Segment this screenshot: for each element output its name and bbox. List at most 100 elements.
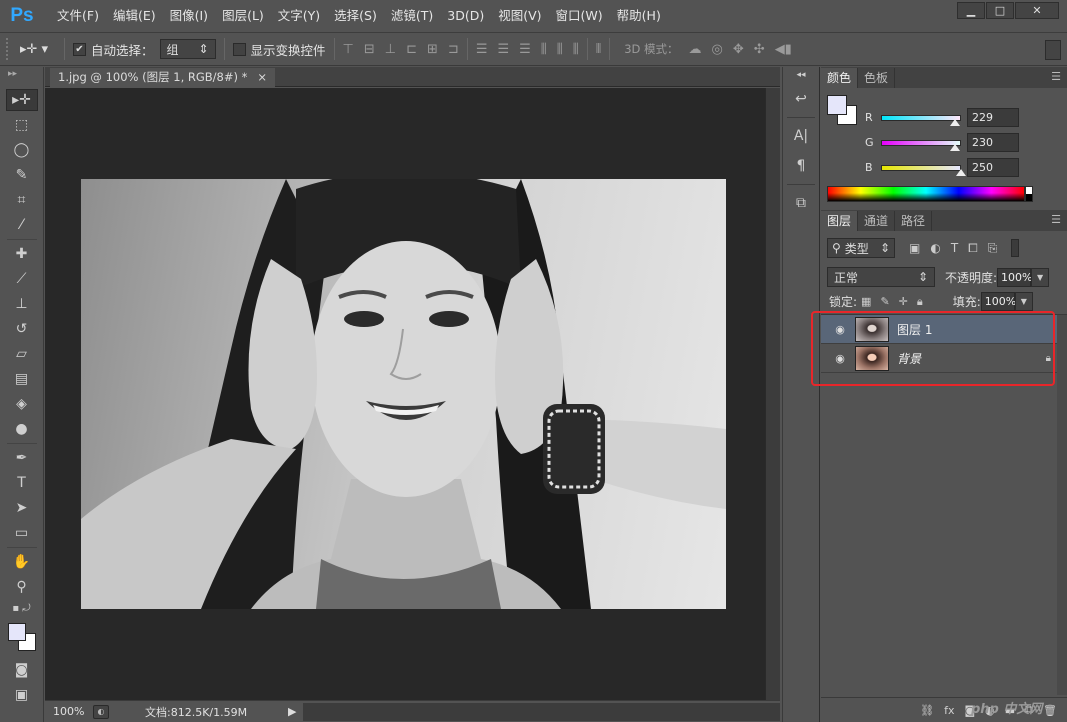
layer-style-icon[interactable]: fx (944, 704, 954, 717)
align-hcenter-icon[interactable]: ⊞ (427, 42, 438, 57)
menu-filter[interactable]: 滤镜(T) (384, 0, 440, 32)
menu-layer[interactable]: 图层(L) (215, 0, 271, 32)
distribute-vcenter-icon[interactable]: ☰ (497, 42, 509, 57)
roll-3d-icon[interactable]: ◎ (712, 42, 723, 57)
filter-pixel-icon[interactable]: ▣ (909, 241, 920, 256)
menu-window[interactable]: 窗口(W) (549, 0, 610, 32)
close-tab-icon[interactable]: × (257, 68, 267, 87)
fill-input[interactable]: 100% (980, 292, 1016, 311)
shape-tool-icon[interactable]: ▭ (6, 522, 38, 544)
lock-transparent-icon[interactable]: ▦ (861, 295, 871, 309)
layer-filter-dropdown[interactable]: ⚲ 类型 ⇕ (827, 238, 895, 258)
color-panel-foreground-swatch[interactable] (827, 95, 847, 115)
align-vcenter-icon[interactable]: ⊟ (364, 42, 375, 57)
workspace-switcher[interactable] (1045, 40, 1061, 60)
healing-brush-tool-icon[interactable]: ✚ (6, 243, 38, 265)
eyedropper-tool-icon[interactable]: ⁄ (6, 214, 38, 236)
tab-paths[interactable]: 路径 (895, 211, 933, 231)
status-info-icon[interactable]: ◐ (93, 704, 109, 719)
tab-layers[interactable]: 图层 (821, 211, 859, 231)
show-transform-checkbox[interactable] (232, 42, 246, 56)
green-value-input[interactable]: 230 (967, 133, 1019, 152)
filter-shape-icon[interactable]: ⧠ (968, 241, 978, 256)
filter-toggle-switch[interactable] (1011, 239, 1020, 257)
move-tool-preset-icon[interactable]: ▸✛ ▾ (12, 42, 56, 57)
red-slider-knob[interactable] (950, 118, 960, 126)
layer-name[interactable]: 图层 1 (897, 321, 932, 338)
blur-tool-icon[interactable]: ◈ (6, 393, 38, 415)
black-white-ramp[interactable] (1025, 186, 1033, 202)
marquee-tool-icon[interactable]: ⬚ (6, 114, 38, 136)
distribute-bottom-icon[interactable]: ☰ (519, 42, 531, 57)
history-brush-tool-icon[interactable]: ↺ (6, 318, 38, 340)
link-layers-icon[interactable]: ⛓ (920, 704, 934, 717)
restore-button[interactable]: □ (986, 2, 1014, 19)
red-slider[interactable] (881, 114, 961, 126)
distribute-left-icon[interactable]: ⫼ (541, 42, 547, 57)
type-tool-icon[interactable]: T (6, 472, 38, 494)
zoom-tool-icon[interactable]: ⚲ (6, 576, 38, 598)
zoom-level[interactable]: 100% (45, 705, 93, 718)
screen-mode-icon[interactable]: ▣ (6, 684, 38, 706)
filter-adjustment-icon[interactable]: ◐ (930, 241, 940, 256)
tab-swatches[interactable]: 色板 (858, 68, 896, 88)
lock-position-icon[interactable]: ✛ (899, 295, 908, 309)
rotate-3d-icon[interactable]: ☁ (689, 42, 702, 57)
document-tab[interactable]: 1.jpg @ 100% (图层 1, RGB/8#) * × (50, 68, 276, 87)
menu-view[interactable]: 视图(V) (491, 0, 548, 32)
brush-tool-icon[interactable]: ⟋ (6, 268, 38, 290)
eraser-tool-icon[interactable]: ▱ (6, 343, 38, 365)
quick-select-tool-icon[interactable]: ✎ (6, 164, 38, 186)
scale-3d-icon[interactable]: ◀▮ (775, 42, 792, 57)
color-spectrum-bar[interactable] (827, 186, 1025, 202)
tab-channels[interactable]: 通道 (858, 211, 896, 231)
auto-select-checkbox[interactable]: ✔ (73, 42, 86, 56)
dodge-tool-icon[interactable]: ● (6, 418, 38, 440)
green-slider[interactable] (881, 139, 961, 151)
menu-select[interactable]: 选择(S) (327, 0, 384, 32)
collapse-icon[interactable]: ▸▸ (0, 67, 43, 87)
layers-panel-menu-icon[interactable]: ☰ (1051, 213, 1061, 226)
visibility-eye-icon[interactable]: ◉ (829, 352, 851, 365)
status-menu-arrow-icon[interactable]: ▶ (288, 705, 296, 718)
properties-panel-icon[interactable]: ⧉ (786, 191, 816, 215)
layer-row[interactable]: ◉ 背景 🔒︎ (821, 344, 1067, 373)
clone-stamp-tool-icon[interactable]: ⊥ (6, 293, 38, 315)
visibility-eye-icon[interactable]: ◉ (829, 323, 851, 336)
panel-menu-icon[interactable]: ☰ (1051, 70, 1061, 83)
filter-smartobject-icon[interactable]: ⎘ (988, 241, 998, 256)
document-image[interactable] (81, 179, 726, 609)
lock-all-icon[interactable]: 🔒︎ (917, 295, 923, 309)
blue-slider[interactable] (881, 164, 966, 176)
paragraph-panel-icon[interactable]: ¶ (786, 154, 816, 178)
blue-value-input[interactable]: 250 (967, 158, 1019, 177)
quick-mask-icon[interactable]: ◙ (6, 659, 38, 681)
opacity-dropdown-arrow-icon[interactable]: ▼ (1031, 267, 1050, 287)
canvas-area[interactable] (45, 88, 765, 700)
history-panel-icon[interactable]: ↩ (786, 87, 816, 111)
distribute-hcenter-icon[interactable]: ⫼ (557, 42, 563, 57)
character-panel-icon[interactable]: A| (786, 124, 816, 148)
green-slider-knob[interactable] (950, 143, 960, 151)
hand-tool-icon[interactable]: ✋ (6, 551, 38, 573)
menu-3d[interactable]: 3D(D) (440, 0, 491, 32)
gradient-tool-icon[interactable]: ▤ (6, 368, 38, 390)
blend-mode-dropdown[interactable]: 正常 ⇕ (827, 267, 935, 287)
slide-3d-icon[interactable]: ✣ (754, 42, 765, 57)
opacity-input[interactable]: 100% (997, 267, 1033, 287)
layer-row[interactable]: ◉ 图层 1 (821, 315, 1067, 344)
distribute-top-icon[interactable]: ☰ (476, 42, 488, 57)
red-value-input[interactable]: 229 (967, 108, 1019, 127)
horizontal-scrollbar[interactable] (303, 703, 780, 721)
lasso-tool-icon[interactable]: ◯ (6, 139, 38, 161)
dock-collapse-icon[interactable]: ◂◂ (786, 69, 816, 81)
tab-color[interactable]: 颜色 (821, 68, 859, 88)
distribute-right-icon[interactable]: ⫼ (573, 42, 579, 57)
align-bottom-icon[interactable]: ⊥ (385, 42, 396, 57)
foreground-color-swatch[interactable] (7, 623, 26, 641)
layer-list-scrollbar[interactable] (1057, 315, 1067, 695)
pen-tool-icon[interactable]: ✒ (6, 447, 38, 469)
fill-dropdown-arrow-icon[interactable]: ▼ (1014, 292, 1033, 311)
crop-tool-icon[interactable]: ⌗ (6, 189, 38, 211)
align-right-icon[interactable]: ⊐ (448, 42, 459, 57)
